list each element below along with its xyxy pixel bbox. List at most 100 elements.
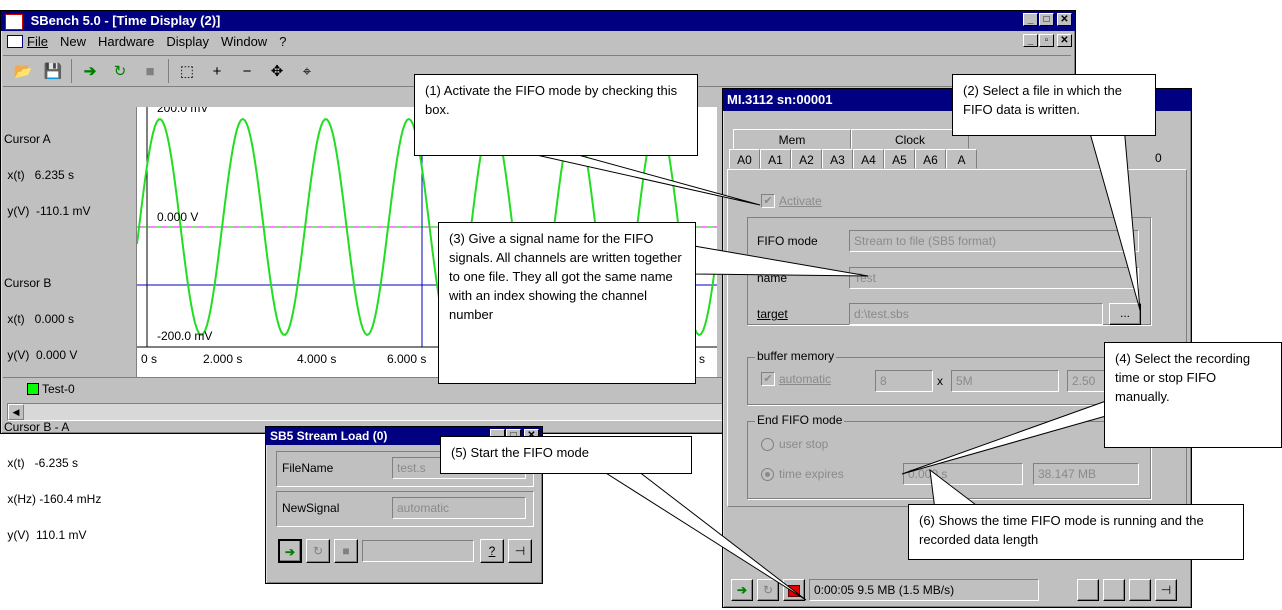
buffer-size-select[interactable]: 5M xyxy=(951,370,1059,392)
cursor-icon[interactable]: ⌖ xyxy=(295,59,319,83)
callout-recording-time: (4) Select the recording time or stop FI… xyxy=(1104,342,1282,448)
end-fifo-title: End FIFO mode xyxy=(755,413,845,427)
y-label-zero: 0.000 V xyxy=(157,210,199,224)
signal-name-input[interactable]: Test xyxy=(849,267,1139,289)
legend-label[interactable]: Test-0 xyxy=(42,382,75,396)
device-status-bar: ➔ ↻ 0:00:05 9.5 MB (1.5 MB/s) ⊣ xyxy=(731,579,1185,603)
close-button[interactable]: ✕ xyxy=(1057,13,1072,26)
tab-a1[interactable]: A1 xyxy=(760,149,791,169)
filename-label: FileName xyxy=(282,461,334,475)
x-tick: 0 s xyxy=(141,352,158,366)
stream-stop-button[interactable]: ■ xyxy=(334,539,358,563)
tab-a6[interactable]: A6 xyxy=(915,149,946,169)
scroll-left-button[interactable]: ◀ xyxy=(8,404,24,420)
callout-signal-name: (3) Give a signal name for the FIFO sign… xyxy=(438,222,696,384)
browse-button[interactable]: ... xyxy=(1109,303,1141,325)
fifo-start-button[interactable]: ➔ xyxy=(731,579,753,601)
cursor-line: Cursor B - A xyxy=(4,420,70,434)
start-icon[interactable]: ➔ xyxy=(78,59,102,83)
cursor-line: x(t) 6.235 s xyxy=(4,168,75,182)
pin-button[interactable]: ⊣ xyxy=(1155,579,1177,601)
target-input[interactable]: d:\test.sbs xyxy=(849,303,1103,325)
status-btn-1[interactable] xyxy=(1077,579,1099,601)
x-tick: 4.000 s xyxy=(297,352,337,366)
legend-swatch xyxy=(27,382,39,395)
tab-a7[interactable]: A xyxy=(946,149,977,169)
pan-icon[interactable]: ✥ xyxy=(265,59,289,83)
maximize-button[interactable]: □ xyxy=(1039,13,1054,26)
tab-a3[interactable]: A3 xyxy=(822,149,853,169)
minimize-button[interactable]: _ xyxy=(1023,13,1038,26)
target-label: target xyxy=(757,307,788,321)
newsignal-field[interactable]: automatic xyxy=(392,497,526,519)
status-btn-3[interactable] xyxy=(1129,579,1151,601)
app-icon xyxy=(5,13,23,30)
user-stop-label: user stop xyxy=(779,437,829,451)
callout-activate: (1) Activate the FIFO mode by checking t… xyxy=(414,74,698,156)
main-title-bar[interactable]: SBench 5.0 - [Time Display (2)] _ □ ✕ xyxy=(1,11,1075,31)
cursor-line: x(t) 0.000 s xyxy=(4,312,75,326)
status-time: 0:00:05 xyxy=(814,583,855,597)
menu-display[interactable]: Display xyxy=(166,34,209,49)
stop-icon[interactable]: ■ xyxy=(138,59,162,83)
stream-help-button[interactable]: ? xyxy=(480,539,504,563)
user-stop-radio[interactable] xyxy=(761,438,774,451)
automatic-label: automatic xyxy=(779,372,832,386)
zoom-in-icon[interactable]: + xyxy=(205,59,229,83)
menu-window[interactable]: Window xyxy=(221,34,267,49)
y-label-top: 200.0 mV xyxy=(157,107,209,115)
fifo-stop-button[interactable] xyxy=(783,579,805,601)
status-size: 9.5 MB xyxy=(857,583,896,597)
cursor-line: y(V) -110.1 mV xyxy=(4,204,91,218)
status-rate: (1.5 MB/s) xyxy=(898,583,955,597)
status-btn-2[interactable] xyxy=(1103,579,1125,601)
fifo-mode-label: FIFO mode xyxy=(757,234,818,248)
child-close-button[interactable]: ✕ xyxy=(1057,34,1072,47)
open-cfg-icon[interactable]: 📂 xyxy=(11,59,35,83)
tab-a5[interactable]: A5 xyxy=(884,149,915,169)
device-title: MI.3112 sn:00001 xyxy=(727,92,833,107)
child-restore-button[interactable]: ▫ xyxy=(1039,34,1054,47)
activate-checkbox[interactable]: ✔ xyxy=(761,194,775,208)
tab-a4[interactable]: A4 xyxy=(853,149,884,169)
fifo-status-field: 0:00:05 9.5 MB (1.5 MB/s) xyxy=(809,579,1039,601)
save-cfg-icon[interactable]: 💾 xyxy=(41,59,65,83)
fifo-mode-select[interactable]: Stream to file (SB5 format) xyxy=(849,230,1139,252)
menu-help[interactable]: ? xyxy=(279,34,286,49)
signal-name-label: name xyxy=(757,271,788,285)
child-minimize-button[interactable]: _ xyxy=(1023,34,1038,47)
callout-fifo-running: (6) Shows the time FIFO mode is running … xyxy=(908,504,1244,560)
x-tick: s xyxy=(699,352,705,366)
stream-title: SB5 Stream Load (0) xyxy=(270,429,388,443)
times-label: x xyxy=(937,374,943,388)
fifo-continuous-button[interactable]: ↻ xyxy=(757,579,779,601)
menu-file[interactable]: File xyxy=(27,34,48,49)
stream-continuous-button[interactable]: ↻ xyxy=(306,539,330,563)
time-value-select[interactable]: 0.000 s xyxy=(903,463,1023,485)
cursor-line: y(V) 110.1 mV xyxy=(4,528,87,542)
x-tick: 2.000 s xyxy=(203,352,243,366)
tab-a0[interactable]: A0 xyxy=(729,149,760,169)
stream-pin-button[interactable]: ⊣ xyxy=(508,539,532,563)
buffer-count-select[interactable]: 8 xyxy=(875,370,933,392)
stream-start-button[interactable]: ➔ xyxy=(278,539,302,563)
menu-hardware[interactable]: Hardware xyxy=(98,34,154,49)
doc-icon xyxy=(7,35,23,48)
cursor-line: Cursor A xyxy=(4,132,51,146)
time-expires-label: time expires xyxy=(779,467,844,481)
menu-new[interactable]: New xyxy=(60,34,86,49)
tab-fifo-partial[interactable]: 0 xyxy=(1155,151,1162,165)
automatic-checkbox[interactable]: ✔ xyxy=(761,372,775,386)
time-expires-radio[interactable] xyxy=(761,468,774,481)
main-title: SBench 5.0 - [Time Display (2)] xyxy=(30,13,221,28)
cursor-line: x(Hz) -160.4 mHz xyxy=(4,492,102,506)
tab-mem[interactable]: Mem xyxy=(733,129,851,149)
zoom-box-icon[interactable]: ⬚ xyxy=(175,59,199,83)
buffer-memory-title: buffer memory xyxy=(755,349,837,363)
tab-a2[interactable]: A2 xyxy=(791,149,822,169)
stop-icon xyxy=(788,584,800,597)
zoom-out-icon[interactable]: − xyxy=(235,59,259,83)
continuous-icon[interactable]: ↻ xyxy=(108,59,132,83)
activate-label: Activate xyxy=(779,194,822,208)
cursor-panel: Cursor A x(t) 6.235 s y(V) -110.1 mV Cur… xyxy=(4,109,134,541)
